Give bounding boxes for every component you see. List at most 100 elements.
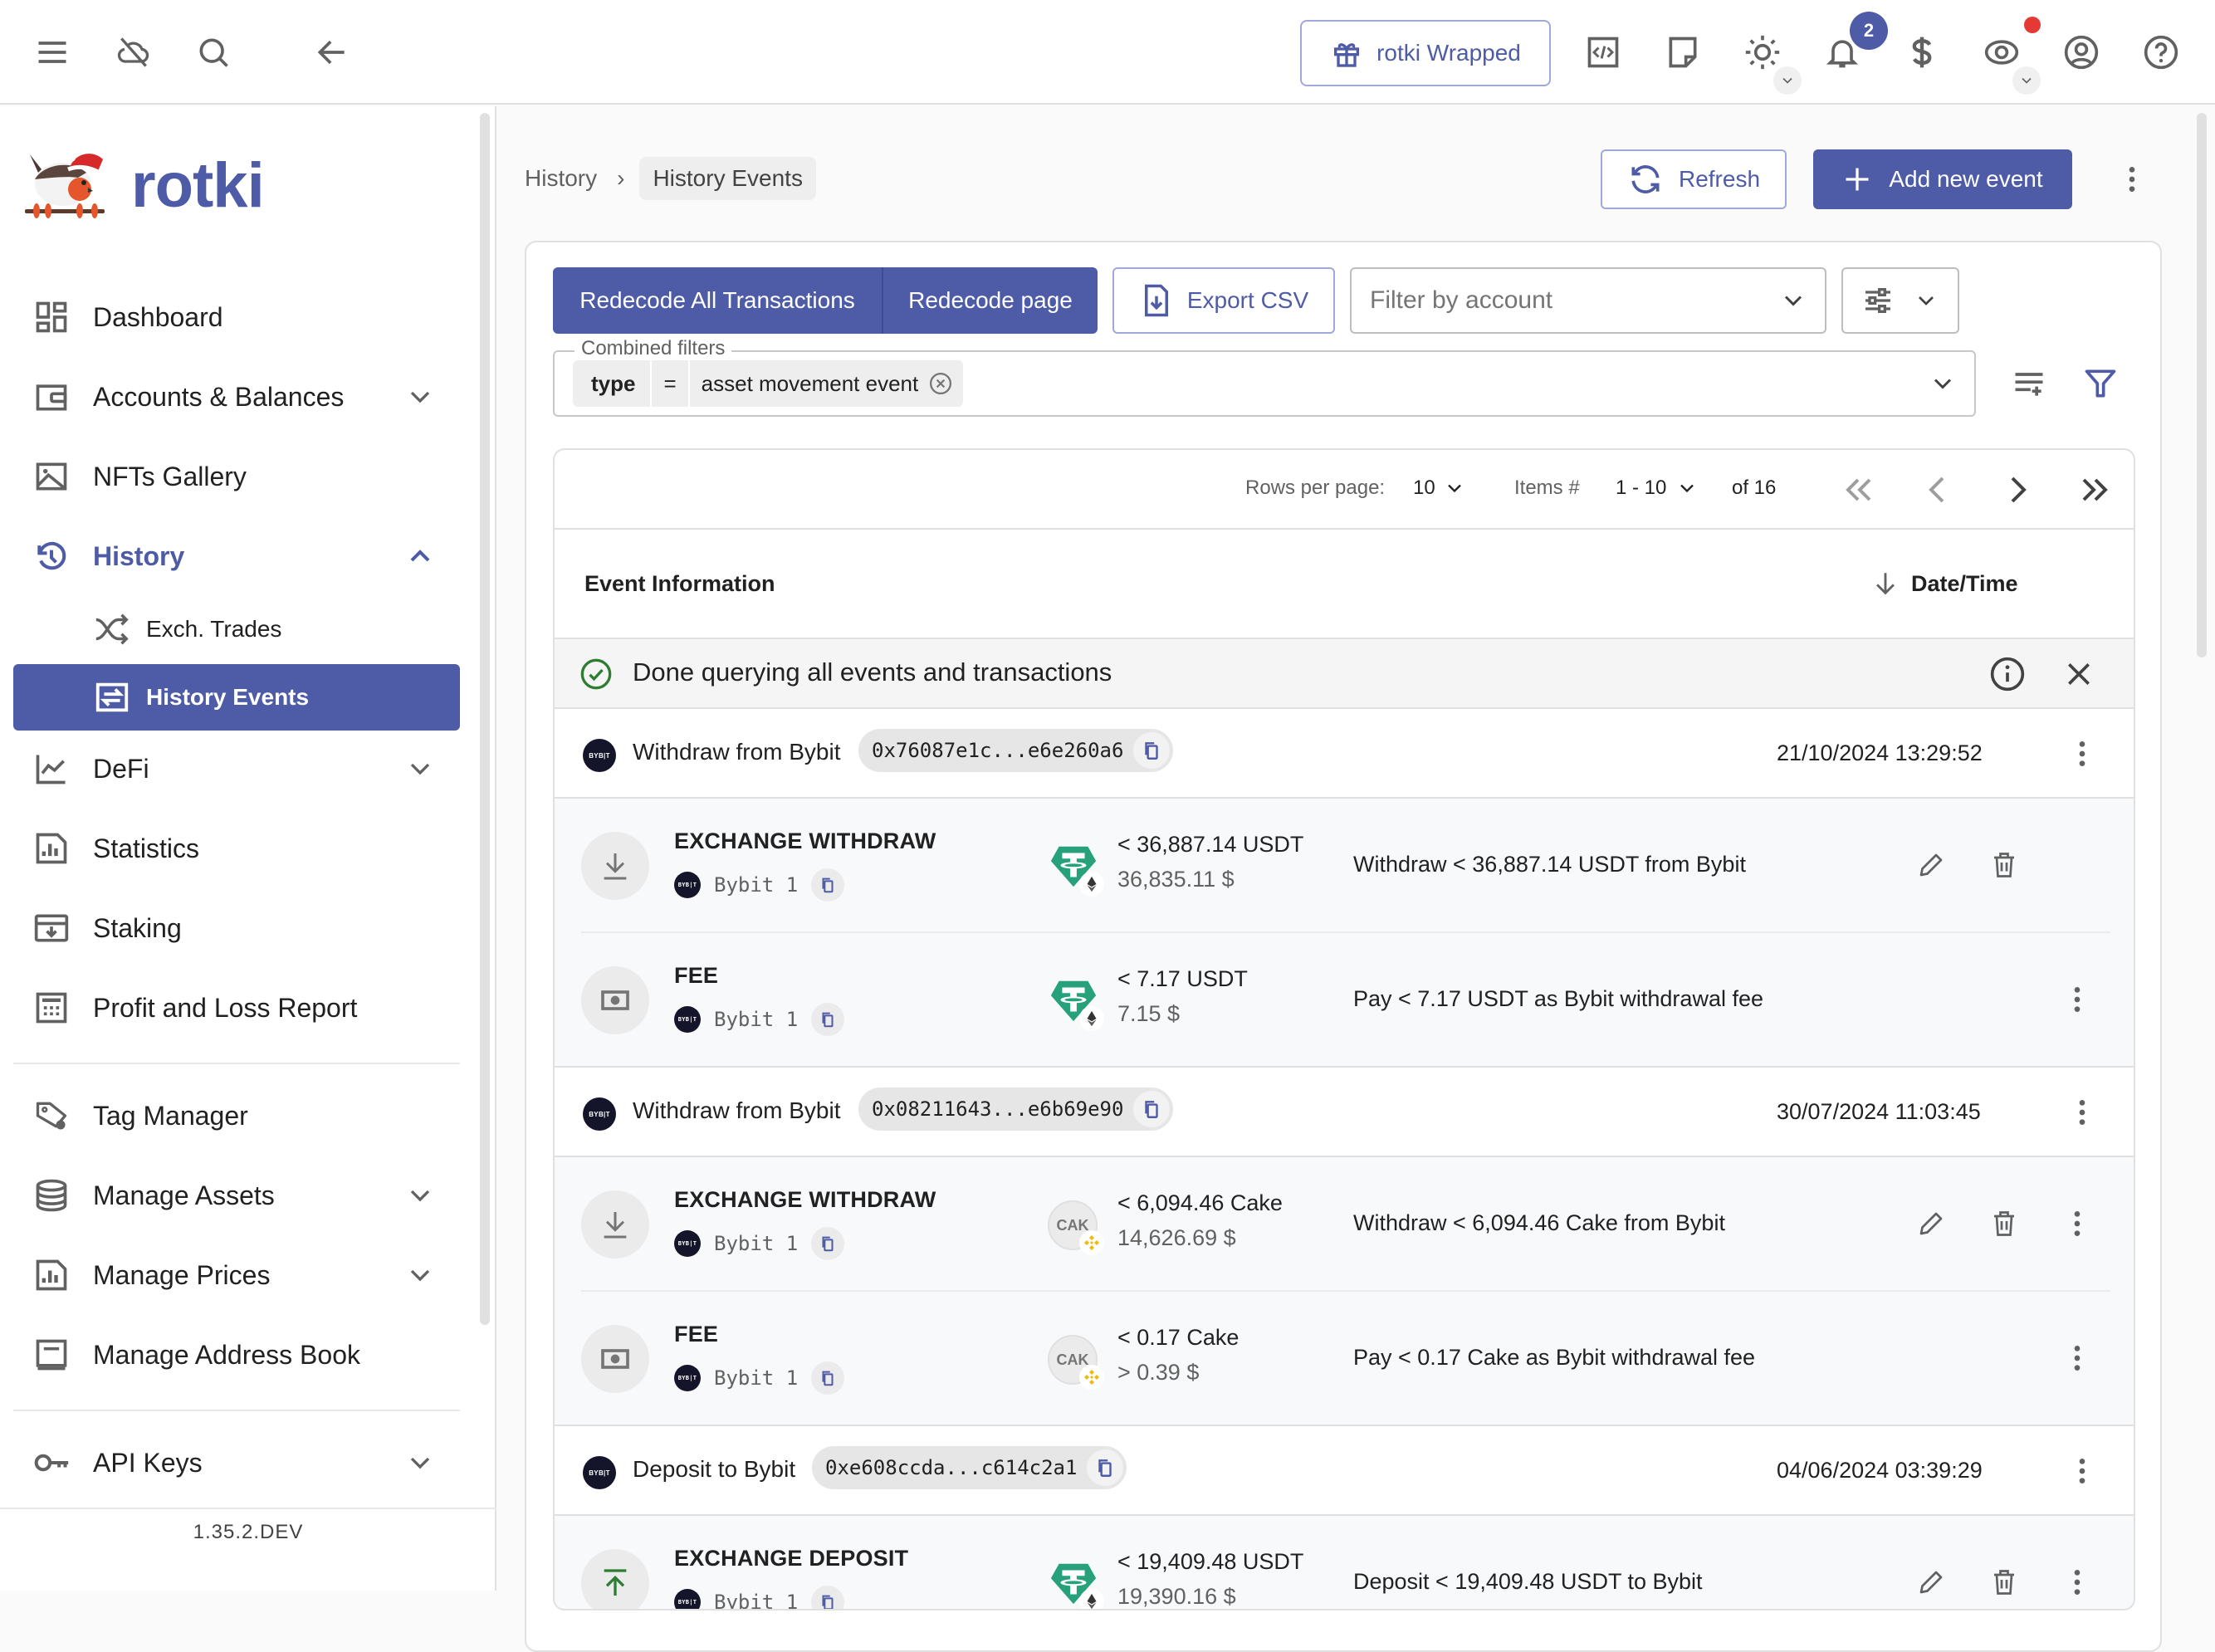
bybit-logo-icon: BYB|T [674, 1589, 701, 1609]
theme-menu-caret[interactable] [1773, 66, 1802, 95]
code-icon[interactable] [1579, 28, 1627, 76]
redecode-all-transactions-button[interactable]: Redecode All Transactions [553, 267, 883, 334]
pencil-edit-icon[interactable] [1916, 1209, 1946, 1239]
rotki-wrapped-button[interactable]: rotki Wrapped [1300, 20, 1551, 86]
sidebar-item-manage-assets[interactable]: Manage Assets [13, 1162, 460, 1229]
event-row: EXCHANGE DEPOSIT BYB|T Bybit 1 < 19,409.48 … [555, 1516, 2134, 1609]
trash-delete-icon[interactable] [1989, 1567, 2019, 1597]
search-icon[interactable] [189, 28, 237, 76]
filter-chip[interactable]: type = asset movement event [573, 360, 964, 407]
bybit-logo-icon: BYB|T [583, 1456, 616, 1489]
more-vert-icon[interactable] [2061, 1562, 2094, 1602]
account-filter-select[interactable]: Filter by account [1350, 267, 1826, 334]
more-vert-icon[interactable] [2066, 1451, 2099, 1491]
copy-icon[interactable] [1133, 732, 1171, 769]
copy-icon[interactable] [811, 1227, 845, 1260]
asset-icon[interactable] [1048, 838, 1106, 897]
previous-page-icon[interactable] [1918, 470, 1958, 510]
more-vert-icon[interactable] [2061, 980, 2094, 1019]
filter-icon[interactable] [2082, 365, 2119, 402]
sidebar-item-manage-prices[interactable]: Manage Prices [13, 1242, 460, 1308]
items-range-select[interactable]: 1 - 10 [1616, 477, 1666, 500]
sidebar-item-api-keys[interactable]: API Keys [13, 1430, 460, 1496]
close-icon[interactable] [2062, 657, 2095, 691]
copy-icon[interactable] [1087, 1449, 1124, 1486]
key-icon [33, 1444, 70, 1481]
privacy-menu-caret[interactable] [2012, 66, 2041, 95]
close-circle-icon[interactable] [928, 371, 953, 396]
breadcrumb-current: History Events [639, 157, 816, 200]
more-vert-icon[interactable] [2061, 1338, 2094, 1378]
copy-icon[interactable] [1133, 1091, 1171, 1127]
more-vert-icon[interactable] [2066, 734, 2099, 774]
copy-icon[interactable] [811, 1361, 845, 1395]
bybit-logo-icon: BYB|T [583, 739, 616, 772]
chevron-down-icon[interactable] [1928, 369, 1958, 398]
redecode-page-button[interactable]: Redecode page [883, 267, 1098, 334]
dollar-icon[interactable] [1898, 28, 1946, 76]
sidebar-item-address-book[interactable]: Manage Address Book [13, 1322, 460, 1388]
sidebar-item-nfts-gallery[interactable]: NFTs Gallery [13, 443, 460, 510]
event-usd-value: > 0.39 $ [1117, 1360, 1200, 1385]
account-circle-icon[interactable] [2057, 28, 2105, 76]
breadcrumb-parent[interactable]: History [525, 165, 597, 192]
export-csv-button[interactable]: Export CSV [1112, 267, 1335, 334]
sidebar-item-history-events[interactable]: History Events [13, 664, 460, 731]
transaction-hash-chip[interactable]: 0x08211643...e6b69e90 [858, 1087, 1174, 1131]
asset-icon[interactable] [1048, 973, 1106, 1031]
pencil-edit-icon[interactable] [1916, 1567, 1946, 1597]
event-description: Deposit < 19,409.48 USDT to Bybit [1353, 1569, 1703, 1594]
download-arrow-icon [599, 849, 632, 882]
copy-icon[interactable] [811, 1586, 845, 1609]
main-scrollbar[interactable] [2197, 113, 2207, 657]
next-page-icon[interactable] [1997, 470, 2037, 510]
refresh-button[interactable]: Refresh [1601, 149, 1787, 209]
sidebar-item-tag-manager[interactable]: Tag Manager [13, 1083, 460, 1149]
menu-icon[interactable] [28, 28, 76, 76]
save-filter-icon[interactable] [2011, 365, 2047, 402]
chevron-down-icon[interactable] [1675, 477, 1699, 500]
asset-icon[interactable] [1048, 1556, 1106, 1609]
sidebar-item-profit-loss-report[interactable]: Profit and Loss Report [13, 975, 460, 1041]
sidebar-scrollbar[interactable] [480, 113, 490, 1325]
cloud-off-icon[interactable] [110, 28, 158, 76]
copy-icon[interactable] [811, 868, 845, 902]
sidebar-item-exch-trades[interactable]: Exch. Trades [13, 596, 460, 662]
first-page-icon[interactable] [1838, 470, 1878, 510]
trash-delete-icon[interactable] [1989, 1209, 2019, 1239]
event-usd-value: 7.15 $ [1117, 1001, 1181, 1026]
back-arrow-icon[interactable] [308, 28, 356, 76]
add-new-event-button[interactable]: Add new event [1813, 149, 2072, 209]
transaction-hash-chip[interactable]: 0xe608ccda...c614c2a1 [812, 1446, 1127, 1489]
copy-icon[interactable] [811, 1003, 845, 1036]
table-settings-button[interactable] [1841, 267, 1959, 334]
rows-per-page-select[interactable]: 10 [1413, 477, 1435, 500]
sidebar-divider [13, 1063, 460, 1064]
sticky-note-icon[interactable] [1659, 28, 1707, 76]
chevron-down-icon[interactable] [1443, 477, 1466, 500]
more-vert-icon[interactable] [2115, 158, 2149, 201]
column-header-date-time[interactable]: Date/Time [1871, 569, 2018, 598]
account-label: Bybit 1 [714, 1366, 799, 1390]
event-amount: < 7.17 USDT [1117, 966, 1248, 991]
chevron-up-icon [403, 540, 437, 573]
info-icon[interactable] [1989, 656, 2026, 692]
transaction-hash-chip[interactable]: 0x76087e1c...e6e260a6 [858, 729, 1174, 772]
asset-icon[interactable]: CAK [1048, 1332, 1106, 1390]
sidebar-item-history[interactable]: History [13, 523, 460, 589]
database-icon [33, 1177, 70, 1214]
pencil-edit-icon[interactable] [1916, 850, 1946, 880]
trash-delete-icon[interactable] [1989, 850, 2019, 880]
sidebar-item-dashboard[interactable]: Dashboard [13, 284, 460, 350]
more-vert-icon[interactable] [2066, 1092, 2099, 1132]
status-message: Done querying all events and transaction… [633, 657, 1112, 687]
more-vert-icon[interactable] [2061, 1204, 2094, 1244]
help-icon[interactable] [2137, 28, 2185, 76]
sidebar-item-staking[interactable]: Staking [13, 895, 460, 961]
sidebar-item-accounts-balances[interactable]: Accounts & Balances [13, 364, 460, 430]
transaction-hash: 0x76087e1c...e6e260a6 [872, 739, 1124, 762]
asset-icon[interactable]: CAK [1048, 1197, 1106, 1255]
sidebar-item-defi[interactable]: DeFi [13, 736, 460, 802]
sidebar-item-statistics[interactable]: Statistics [13, 815, 460, 882]
last-page-icon[interactable] [2076, 470, 2115, 510]
